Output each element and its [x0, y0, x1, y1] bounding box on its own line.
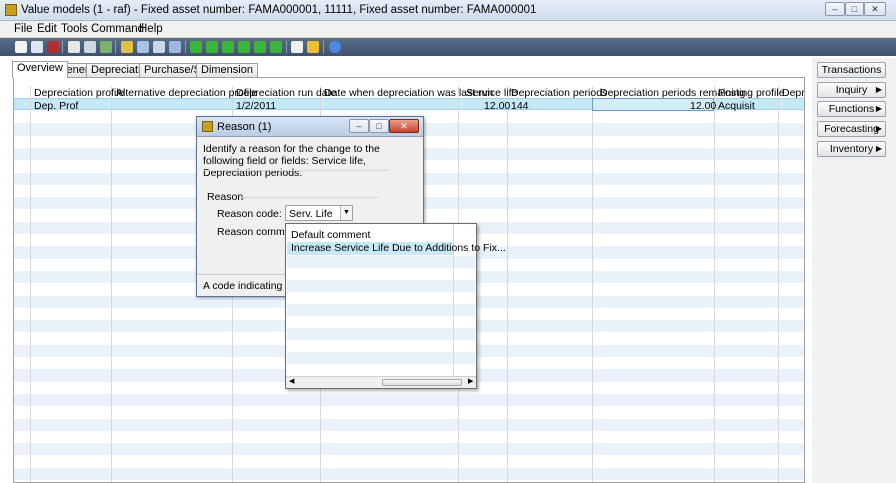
print-icon[interactable] — [68, 41, 80, 53]
chevron-right-icon: ▶ — [875, 124, 882, 133]
functions-label: Functions — [828, 103, 875, 115]
reason-comment-lookup[interactable]: Default comment Increase Service Life Du… — [285, 223, 506, 389]
previous-page-icon[interactable] — [206, 41, 218, 53]
maximize-button[interactable]: □ — [845, 2, 864, 16]
header-depreciation-profile[interactable]: Depreciation profile — [34, 87, 124, 99]
table-row[interactable] — [14, 418, 804, 431]
advanced-filter-icon[interactable] — [153, 41, 165, 53]
dialog-maximize-button[interactable]: □ — [369, 119, 389, 133]
previous-record-icon[interactable] — [222, 41, 234, 53]
header-run-date[interactable]: Depreciation run date — [236, 87, 336, 99]
scroll-right-icon[interactable]: ▶ — [468, 377, 473, 385]
table-row[interactable] — [14, 430, 804, 444]
inquiry-label: Inquiry — [835, 84, 868, 96]
forecasting-button[interactable]: Forecasting ▶ — [817, 121, 886, 137]
minimize-button[interactable]: – — [825, 2, 845, 16]
reason-code-value: Serv. Life — [289, 208, 333, 220]
last-record-icon[interactable] — [270, 41, 282, 53]
toolbar — [0, 38, 896, 56]
transactions-button[interactable]: Transactions — [817, 62, 886, 78]
cell-depreciation-periods[interactable]: 144 — [511, 100, 529, 112]
dialog-instruction: Identify a reason for the change to the … — [203, 143, 380, 179]
header-posting-profile[interactable]: Posting profile — [718, 87, 785, 99]
window-title: Value models (1 - raf) - Fixed asset num… — [21, 4, 537, 16]
inquiry-button[interactable]: Inquiry ▶ — [817, 82, 886, 98]
forecasting-label: Forecasting — [824, 123, 879, 135]
header-depre[interactable]: Depre — [782, 87, 804, 99]
tab-dimension[interactable]: Dimension — [196, 63, 258, 77]
horizontal-scrollbar[interactable]: ◀ ▶ — [286, 376, 476, 388]
lookup-item-label: Increase Service Life Due to Additions t… — [291, 242, 506, 254]
dialog-close-button[interactable]: ✕ — [389, 119, 419, 133]
delete-icon[interactable] — [47, 41, 59, 53]
lookup-empty-row[interactable] — [287, 292, 475, 304]
filter-by-grid-icon[interactable] — [137, 41, 149, 53]
lookup-empty-row[interactable] — [287, 304, 475, 316]
lookup-empty-row[interactable] — [287, 256, 475, 268]
chevron-right-icon: ▶ — [875, 104, 882, 113]
transactions-label: Transactions — [821, 64, 882, 76]
table-row[interactable] — [14, 393, 804, 407]
header-service-life[interactable]: Service life — [466, 87, 517, 99]
chevron-down-icon[interactable]: ▼ — [340, 206, 352, 220]
table-row[interactable] — [14, 467, 804, 480]
dialog-title: Reason (1) — [217, 121, 272, 133]
table-row[interactable] — [14, 455, 804, 468]
scrollbar-thumb[interactable] — [382, 379, 462, 386]
print-preview-icon[interactable] — [84, 41, 96, 53]
menu-command[interactable]: Command — [91, 23, 144, 35]
lookup-empty-row[interactable] — [287, 316, 475, 328]
chevron-right-icon: ▶ — [875, 144, 882, 153]
functions-button[interactable]: Functions ▶ — [817, 101, 886, 117]
lookup-empty-row[interactable] — [287, 268, 475, 280]
menu-tools[interactable]: Tools — [61, 23, 88, 35]
export-icon[interactable] — [100, 41, 112, 53]
first-record-icon[interactable] — [190, 41, 202, 53]
dialog-divider — [203, 170, 388, 171]
next-page-icon[interactable] — [254, 41, 266, 53]
header-depreciation-periods[interactable]: Depreciation periods — [511, 87, 607, 99]
close-button[interactable]: ✕ — [864, 2, 886, 16]
reason-code-combobox[interactable]: Serv. Life ▼ — [285, 205, 353, 221]
scroll-left-icon[interactable]: ◀ — [289, 377, 294, 385]
alert-icon[interactable] — [307, 41, 319, 53]
table-row[interactable] — [14, 443, 804, 456]
filter-by-selection-icon[interactable] — [121, 41, 133, 53]
cell-periods-remaining[interactable]: 12.00 — [690, 100, 716, 112]
cell-service-life[interactable]: 12.00 — [484, 100, 510, 112]
cell-depreciation-profile[interactable]: Dep. Prof — [34, 100, 78, 112]
inventory-button[interactable]: Inventory ▶ — [817, 141, 886, 157]
app-icon — [5, 4, 17, 16]
tab-overview[interactable]: Overview — [12, 61, 68, 78]
dialog-titlebar: Reason (1) – □ ✕ — [197, 117, 423, 137]
menu-help[interactable]: Help — [139, 23, 163, 35]
reason-code-label: Reason code: — [217, 208, 282, 220]
document-handling-icon[interactable] — [291, 41, 303, 53]
cell-posting-profile[interactable]: Acquisit — [718, 100, 755, 112]
filter-icon[interactable] — [169, 41, 181, 53]
cell-run-date[interactable]: 1/2/2011 — [236, 100, 276, 112]
reason-group-line — [239, 197, 379, 198]
lookup-empty-row[interactable] — [287, 352, 475, 364]
lookup-empty-row[interactable] — [287, 280, 475, 292]
menu-bar: File Edit Tools Command Help — [0, 21, 896, 38]
window-titlebar: Value models (1 - raf) - Fixed asset num… — [0, 0, 896, 21]
dialog-app-icon — [202, 121, 213, 132]
chevron-right-icon: ▶ — [875, 85, 882, 94]
save-icon[interactable] — [31, 41, 43, 53]
lookup-empty-row[interactable] — [287, 328, 475, 340]
inventory-label: Inventory — [829, 143, 874, 155]
table-row[interactable] — [14, 406, 804, 419]
new-icon[interactable] — [15, 41, 27, 53]
lookup-empty-row[interactable] — [287, 364, 475, 376]
lookup-header[interactable]: Default comment — [291, 229, 370, 241]
help-icon[interactable] — [329, 41, 341, 53]
reason-group-label: Reason — [207, 191, 244, 203]
lookup-empty-row[interactable] — [287, 340, 475, 352]
menu-file[interactable]: File — [14, 23, 33, 35]
dialog-minimize-button[interactable]: – — [349, 119, 369, 133]
menu-edit[interactable]: Edit — [37, 23, 57, 35]
next-record-icon[interactable] — [238, 41, 250, 53]
lookup-item-selected[interactable]: Increase Service Life Due to Additions t… — [287, 242, 506, 255]
